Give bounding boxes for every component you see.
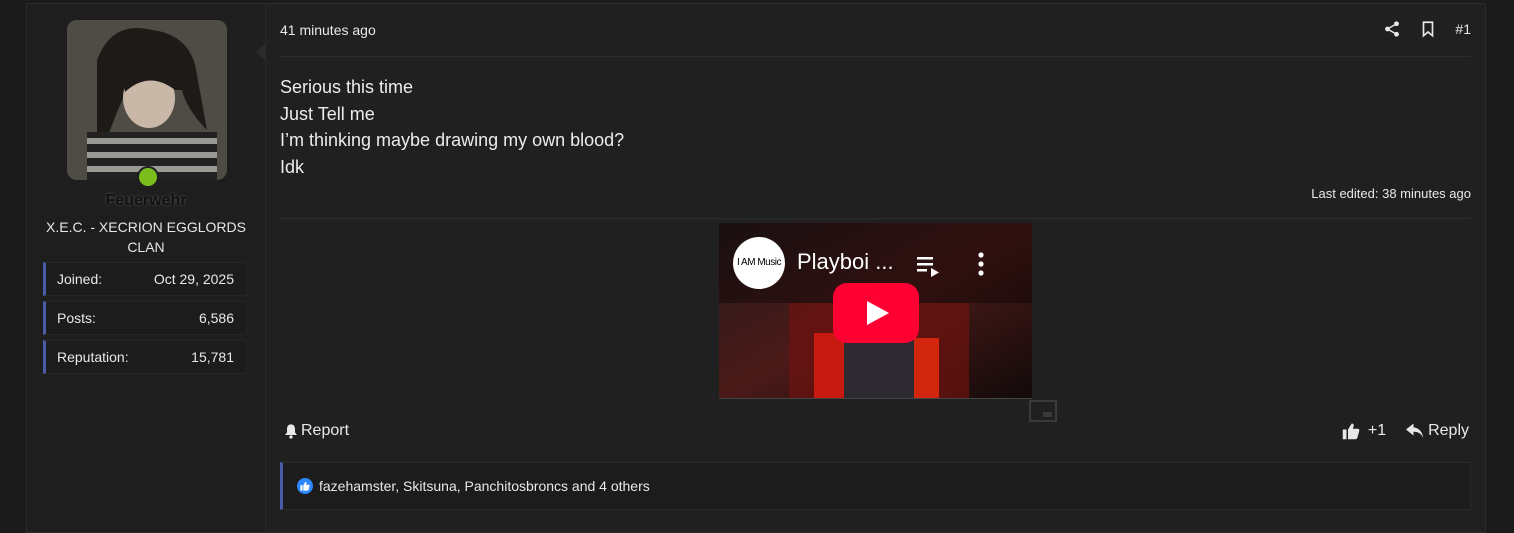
post-container: Feuerwehr X.E.C. - XECRION EGGLORDS CLAN… (26, 3, 1486, 533)
online-status-indicator (137, 166, 159, 188)
stat-reputation: Reputation: 15,781 (43, 340, 247, 374)
user-title: X.E.C. - XECRION EGGLORDS CLAN (46, 219, 246, 255)
post-body: Serious this time Just Tell me I’m think… (280, 74, 624, 180)
stat-value: 6,586 (198, 310, 234, 326)
reactions-bar[interactable]: fazehamster, Skitsuna, Panchitosbroncs a… (280, 462, 1471, 510)
share-icon[interactable] (1383, 20, 1401, 38)
stat-joined: Joined: Oct 29, 2025 (43, 262, 247, 296)
report-button[interactable]: Report (283, 422, 349, 440)
stat-value: Oct 29, 2025 (153, 271, 234, 287)
post-number[interactable]: #1 (1455, 21, 1471, 37)
post-bottom-actions: +1 Reply (1342, 422, 1469, 440)
stat-value: 15,781 (191, 349, 234, 365)
pip-icon[interactable] (1029, 400, 1057, 422)
stat-label: Reputation: (57, 349, 129, 365)
bookmark-icon[interactable] (1419, 20, 1437, 38)
reply-button[interactable]: Reply (1406, 422, 1469, 440)
like-button[interactable]: +1 (1342, 422, 1386, 440)
post-line: Just Tell me (280, 103, 375, 124)
stat-label: Posts: (57, 310, 96, 326)
video-title[interactable]: Playboi ... (797, 249, 894, 275)
stat-posts: Posts: 6,586 (43, 301, 247, 335)
play-icon[interactable] (833, 283, 919, 343)
last-edited: Last edited: 38 minutes ago (1311, 186, 1471, 201)
username[interactable]: Feuerwehr (27, 192, 265, 210)
reply-icon (1406, 423, 1424, 438)
post-line: Idk (280, 156, 305, 177)
avatar[interactable] (67, 20, 227, 180)
youtube-embed[interactable]: I AM Music Playboi ... (719, 223, 1032, 399)
post-main: 41 minutes ago #1 Serious this time Just… (265, 4, 1485, 532)
like-count: +1 (1367, 422, 1387, 439)
report-label: Report (301, 422, 350, 439)
like-reaction-icon (297, 478, 313, 494)
divider (280, 56, 1471, 57)
divider (280, 218, 1471, 219)
stat-label: Joined: (57, 271, 103, 287)
bell-icon (285, 424, 297, 439)
post-line: Serious this time (280, 77, 414, 97)
thumbs-up-icon (1342, 423, 1360, 440)
post-top-actions: #1 (1383, 20, 1471, 38)
post-time[interactable]: 41 minutes ago (280, 22, 376, 38)
reactions-list[interactable]: fazehamster, Skitsuna, Panchitosbroncs a… (319, 478, 650, 494)
channel-logo[interactable]: I AM Music (733, 237, 785, 289)
playlist-icon[interactable] (917, 255, 941, 277)
user-sidebar: Feuerwehr X.E.C. - XECRION EGGLORDS CLAN… (27, 4, 266, 532)
post-line: I’m thinking maybe drawing my own blood? (280, 130, 625, 150)
more-vertical-icon[interactable] (977, 251, 985, 277)
reply-label: Reply (1428, 422, 1469, 439)
